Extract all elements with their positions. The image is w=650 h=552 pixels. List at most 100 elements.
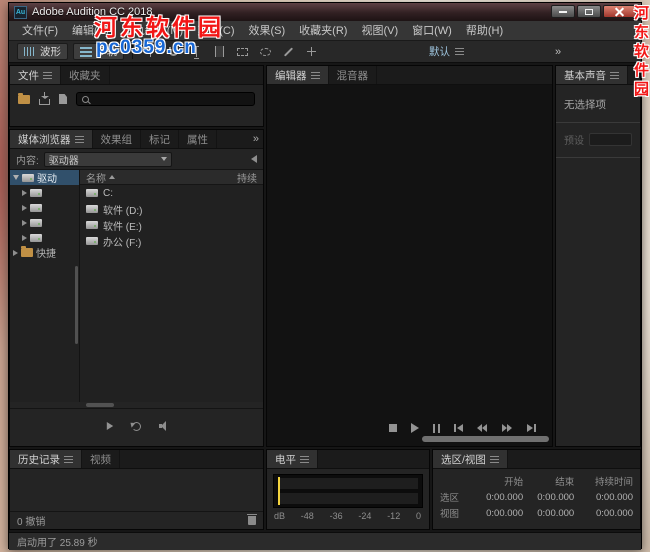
transport-play-button[interactable] <box>411 423 419 433</box>
window-controls <box>551 5 636 18</box>
scrollbar-thumb[interactable] <box>86 403 114 407</box>
view-start-value[interactable]: 0:00.000 <box>472 508 523 519</box>
tree-item-drives[interactable]: 驱动 <box>10 170 79 185</box>
close-button[interactable] <box>603 5 636 18</box>
editor-zoom-scrollbar[interactable] <box>422 436 549 442</box>
view-duration-value[interactable]: 0:00.000 <box>574 508 633 519</box>
expander-closed-icon[interactable] <box>22 234 27 241</box>
transport-rewind-button[interactable] <box>477 424 488 432</box>
selection-end-value[interactable]: 0:00.000 <box>523 492 574 503</box>
view-end-value[interactable]: 0:00.000 <box>523 508 574 519</box>
panel-menu-icon[interactable] <box>64 455 73 463</box>
transport-fast-forward-button[interactable] <box>502 424 513 432</box>
tab-favorites[interactable]: 收藏夹 <box>61 66 110 84</box>
tree-item-drive-e[interactable] <box>10 215 79 230</box>
maximize-button[interactable] <box>577 5 601 18</box>
transport-next-button[interactable] <box>527 424 536 432</box>
tree-item-drive-f[interactable] <box>10 230 79 245</box>
view-row-label: 视图 <box>440 509 460 520</box>
tool-button-range[interactable] <box>210 44 228 60</box>
preset-dropdown[interactable] <box>589 133 632 146</box>
desktop: Au Adobe Audition CC 2018 文件(F) 编辑(E) 多轨… <box>0 0 650 552</box>
transport-stop-button[interactable] <box>389 424 397 432</box>
tree-item-drive-c[interactable] <box>10 185 79 200</box>
essential-sound-body: 无选择项 预设 <box>556 85 640 158</box>
expander-closed-icon[interactable] <box>22 189 27 196</box>
auto-play-icon[interactable] <box>158 421 168 431</box>
panel-menu-icon[interactable] <box>610 71 619 79</box>
menu-favorites[interactable]: 收藏夹(R) <box>292 21 354 41</box>
tab-video[interactable]: 视频 <box>82 450 120 468</box>
search-input[interactable] <box>76 92 255 106</box>
expander-open-icon[interactable] <box>13 175 19 180</box>
menu-file[interactable]: 文件(F) <box>15 21 65 41</box>
transport-pause-button[interactable] <box>433 423 440 433</box>
menu-effects[interactable]: 效果(S) <box>242 21 293 41</box>
drive-list: 名称 持续 C: 软件 (D:) 软件 (E:) 办公 (F:) <box>80 170 263 402</box>
content-dropdown[interactable]: 驱动器 <box>43 151 172 167</box>
tool-button-lasso[interactable] <box>256 44 274 60</box>
tool-button-marquee[interactable] <box>233 44 251 60</box>
drive-row[interactable]: 软件 (E:) <box>80 217 263 233</box>
minimize-button[interactable] <box>551 5 575 18</box>
panel-menu-icon[interactable] <box>43 71 52 79</box>
expander-closed-icon[interactable] <box>13 249 18 256</box>
media-horizontal-scrollbar[interactable] <box>10 401 263 409</box>
menu-help[interactable]: 帮助(H) <box>459 21 510 41</box>
transport-previous-button[interactable] <box>454 424 463 432</box>
panel-menu-icon[interactable] <box>310 71 320 79</box>
tree-item-drive-d[interactable] <box>10 200 79 215</box>
expander-closed-icon[interactable] <box>22 219 27 226</box>
up-level-icon[interactable] <box>251 155 257 163</box>
tabs-overflow-chevron[interactable]: » <box>253 130 259 149</box>
tree-scrollbar[interactable] <box>75 266 78 344</box>
selection-duration-value[interactable]: 0:00.000 <box>574 492 633 503</box>
menu-view[interactable]: 视图(V) <box>354 21 405 41</box>
panel-editor: 编辑器 混音器 <box>266 65 553 447</box>
tree-item-shortcuts[interactable]: 快捷 <box>10 245 79 260</box>
tab-levels[interactable]: 电平 <box>267 450 318 468</box>
import-file-icon[interactable] <box>39 92 50 105</box>
tab-essential-sound[interactable]: 基本声音 <box>556 66 628 84</box>
menu-window[interactable]: 窗口(W) <box>405 21 459 41</box>
open-file-icon[interactable] <box>18 92 30 104</box>
tab-selection-view[interactable]: 选区/视图 <box>433 450 508 468</box>
tab-files-label: 文件 <box>18 69 39 82</box>
scale-tick: -24 <box>358 511 372 521</box>
content-label: 内容: <box>16 155 39 167</box>
preview-play-icon[interactable] <box>106 422 113 430</box>
tab-history[interactable]: 历史记录 <box>10 450 82 468</box>
column-name[interactable]: 名称 <box>86 170 115 185</box>
tab-editor[interactable]: 编辑器 <box>267 66 329 84</box>
tab-effects-rack[interactable]: 效果组 <box>93 130 141 148</box>
panel-menu-icon[interactable] <box>74 135 84 143</box>
column-duration[interactable]: 持续 <box>237 170 257 185</box>
tab-mixer[interactable]: 混音器 <box>329 66 377 84</box>
scale-tick: 0 <box>415 511 421 521</box>
tab-markers[interactable]: 标记 <box>141 130 179 148</box>
levels-tabs: 电平 <box>267 450 429 469</box>
waveform-label: 波形 <box>40 46 61 58</box>
tab-media-browser[interactable]: 媒体浏览器 <box>10 130 93 148</box>
tab-properties[interactable]: 属性 <box>179 130 217 148</box>
new-file-icon[interactable] <box>59 94 67 104</box>
waveform-view-button[interactable]: 波形 <box>17 43 68 60</box>
tool-button-heal[interactable] <box>302 44 320 60</box>
editor-canvas[interactable] <box>267 85 552 446</box>
preset-label: 预设 <box>564 136 584 147</box>
toolbar-overflow-chevron[interactable]: » <box>555 46 561 58</box>
expander-closed-icon[interactable] <box>22 204 27 211</box>
trash-icon[interactable] <box>247 514 257 525</box>
selection-view-tabs: 选区/视图 <box>433 450 640 469</box>
tool-button-brush[interactable] <box>279 44 297 60</box>
drive-row[interactable]: C: <box>80 185 263 201</box>
workspace-selector[interactable]: 默认 <box>429 44 464 59</box>
panel-menu-icon[interactable] <box>300 455 309 463</box>
drive-row[interactable]: 办公 (F:) <box>80 233 263 249</box>
drive-row[interactable]: 软件 (D:) <box>80 201 263 217</box>
tab-files[interactable]: 文件 <box>10 66 61 84</box>
panel-menu-icon[interactable] <box>489 455 499 463</box>
selection-start-value[interactable]: 0:00.000 <box>472 492 523 503</box>
content-dropdown-value: 驱动器 <box>48 155 79 167</box>
loop-playback-icon[interactable] <box>131 421 141 431</box>
